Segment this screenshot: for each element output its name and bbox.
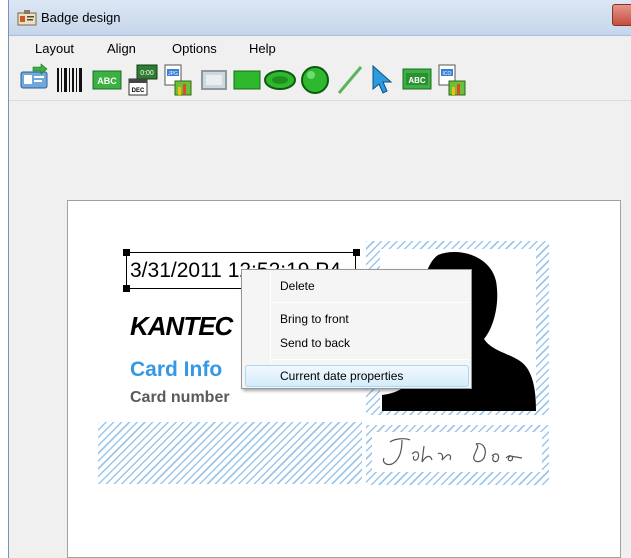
pointer-icon[interactable] [367, 63, 397, 97]
context-separator [272, 302, 469, 303]
card-info-label[interactable]: Card Info [130, 358, 222, 382]
card-number-label[interactable]: Card number [130, 389, 230, 407]
title-bar[interactable]: Badge design [9, 0, 631, 36]
resize-handle-bottom-left[interactable] [123, 285, 130, 292]
menu-bar: Layout Align Options Help [9, 37, 631, 59]
toolbar: ABC 0:00 DEC JPG ABC ICO [9, 60, 631, 100]
signature-area [372, 432, 542, 472]
context-item-bring-to-front[interactable]: Bring to front [280, 312, 349, 326]
text-abc-icon[interactable]: ABC [91, 63, 123, 97]
svg-text:ICO: ICO [443, 71, 452, 77]
svg-text:0:00: 0:00 [140, 70, 154, 77]
company-logo[interactable]: KANTEC [130, 311, 233, 342]
menu-layout[interactable]: Layout [35, 41, 74, 56]
resize-handle-top-right[interactable] [353, 249, 360, 256]
svg-text:ABC: ABC [97, 76, 117, 86]
menu-options[interactable]: Options [172, 41, 217, 56]
close-button[interactable] [612, 4, 631, 26]
window-title: Badge design [41, 10, 121, 25]
import-icon[interactable] [19, 63, 49, 97]
svg-text:JPG: JPG [168, 71, 178, 77]
circle-icon[interactable] [299, 63, 331, 97]
text-placeholder[interactable] [98, 422, 362, 484]
context-item-delete[interactable]: Delete [280, 279, 315, 293]
barcode-icon[interactable] [55, 63, 85, 97]
frame-rectangle-icon[interactable] [199, 63, 229, 97]
badge-app-icon [17, 10, 37, 26]
line-icon[interactable] [335, 63, 365, 97]
menu-align[interactable]: Align [107, 41, 136, 56]
context-item-current-date-properties[interactable]: Current date properties [280, 369, 403, 383]
ellipse-icon[interactable] [263, 63, 297, 97]
app-window: Badge design Layout Align Options Help A… [8, 0, 631, 558]
image-jpg-icon[interactable]: JPG [161, 63, 193, 97]
signature-image [382, 438, 523, 466]
date-time-icon[interactable]: 0:00 DEC [127, 63, 159, 97]
context-item-send-to-back[interactable]: Send to back [280, 336, 350, 350]
context-menu: Delete Bring to front Send to back Curre… [241, 269, 472, 389]
svg-text:DEC: DEC [132, 88, 145, 94]
menu-help[interactable]: Help [249, 41, 276, 56]
image-ico-icon[interactable]: ICO [435, 63, 467, 97]
resize-handle-top-left[interactable] [123, 249, 130, 256]
signature-placeholder[interactable] [366, 425, 549, 485]
filled-rectangle-icon[interactable] [231, 63, 263, 97]
text-field-abc-icon[interactable]: ABC [401, 63, 433, 97]
svg-text:ABC: ABC [408, 76, 426, 85]
context-separator [272, 359, 469, 360]
